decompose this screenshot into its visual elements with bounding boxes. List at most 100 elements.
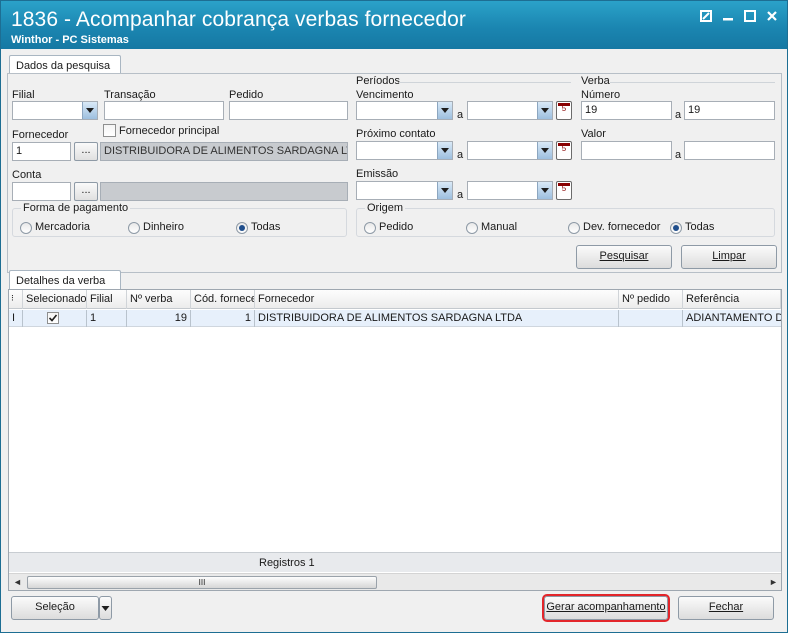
col-num-verba[interactable]: Nº verba [127,290,191,309]
transacao-label: Transação [104,89,156,101]
radio-todas-pagamento[interactable] [236,222,248,234]
horizontal-scrollbar[interactable]: ◄ III ► [9,573,781,590]
range-sep: a [457,189,464,201]
radio-dev-fornecedor-label: Dev. fornecedor [583,221,661,233]
fornecedor-principal-checkbox[interactable] [103,124,116,137]
maximize-icon[interactable] [741,8,759,26]
numero-label: Número [581,89,621,101]
calendar-icon[interactable]: 5 [556,181,572,200]
calendar-icon[interactable]: 5 [556,101,572,120]
emissao-to[interactable] [467,181,553,200]
row-checkbox[interactable] [47,312,59,324]
valor-from-input[interactable] [581,141,672,160]
range-sep: a [457,109,464,121]
radio-todas-pagamento-label: Todas [251,221,281,233]
fornecedor-principal-label: Fornecedor principal [119,125,220,137]
fornecedor-label: Fornecedor [12,129,69,141]
numero-to-input[interactable]: 19 [684,101,775,120]
vencimento-to[interactable] [467,101,553,120]
verbas-grid: ⁝ Selecionado Filial Nº verba Cód. forne… [8,289,782,591]
fornecedor-code-input[interactable]: 1 [12,142,71,161]
radio-manual-label: Manual [481,221,518,233]
chevron-down-icon[interactable] [537,102,552,119]
limpar-button[interactable]: Limpar [681,245,777,269]
fornecedor-name-field: DISTRIBUIDORA DE ALIMENTOS SARDAGNA LTDA [100,142,348,161]
cell-cod-fornecedor: 1 [191,310,255,327]
proximo-contato-label: Próximo contato [356,128,436,140]
transacao-input[interactable] [104,101,224,120]
col-referencia[interactable]: Referência [683,290,781,309]
numero-from-input[interactable]: 19 [581,101,672,120]
vencimento-label: Vencimento [356,89,414,101]
radio-todas-origem[interactable] [670,222,682,234]
range-sep: a [675,149,682,161]
radio-mercadoria[interactable] [20,222,32,234]
chevron-down-icon[interactable] [437,102,452,119]
origem-title: Origem [365,202,406,214]
col-fornecedor[interactable]: Fornecedor [255,290,619,309]
filial-select[interactable] [12,101,98,120]
chevron-down-icon[interactable] [437,182,452,199]
pesquisar-button[interactable]: Pesquisar [576,245,672,269]
calendar-icon[interactable]: 5 [556,141,572,160]
selecao-button[interactable]: Seleção [11,596,99,620]
col-cod-fornecedor[interactable]: Cód. fornece [191,290,255,309]
title-bar: 1836 - Acompanhar cobrança verbas fornec… [1,1,787,49]
chevron-down-icon[interactable] [437,142,452,159]
cell-referencia: ADIANTAMENTO DE [686,312,781,324]
col-num-pedido[interactable]: Nº pedido [619,290,683,309]
radio-dev-fornecedor[interactable] [568,222,580,234]
range-sep: a [675,109,682,121]
periodos-label: Períodos [356,75,401,87]
tab-dados-pesquisa[interactable]: Dados da pesquisa [9,55,121,74]
proximo-contato-to[interactable] [467,141,553,160]
radio-dinheiro-label: Dinheiro [143,221,184,233]
radio-pedido[interactable] [364,222,376,234]
scroll-right-icon[interactable]: ► [769,577,778,587]
proximo-contato-from[interactable] [356,141,453,160]
grid-options-icon[interactable]: ⁝ [9,290,23,309]
vencimento-from[interactable] [356,101,453,120]
table-row[interactable]: I 1 19 1 DISTRIBUIDORA DE ALIMENTOS SARD… [9,310,781,327]
periodos-divider [399,82,571,83]
valor-to-input[interactable] [684,141,775,160]
app-window: 1836 - Acompanhar cobrança verbas fornec… [0,0,788,633]
window-subtitle: Winthor - PC Sistemas [11,34,129,46]
conta-desc-field [100,182,348,201]
close-icon[interactable] [763,8,781,26]
emissao-label: Emissão [356,168,399,180]
conta-label: Conta [12,169,42,181]
col-filial[interactable]: Filial [87,290,127,309]
valor-label: Valor [581,128,606,140]
forma-pagamento-title: Forma de pagamento [21,202,131,214]
cell-selecionado[interactable] [23,310,87,327]
registros-count: Registros 1 [259,557,315,569]
emissao-from[interactable] [356,181,453,200]
conta-input[interactable] [12,182,71,201]
fechar-button[interactable]: Fechar [678,596,774,620]
radio-manual[interactable] [466,222,478,234]
scroll-left-icon[interactable]: ◄ [13,577,22,587]
pedido-label: Pedido [229,89,264,101]
grid-header: ⁝ Selecionado Filial Nº verba Cód. forne… [9,290,781,309]
chevron-down-icon[interactable] [537,142,552,159]
radio-dinheiro[interactable] [128,222,140,234]
selecao-dropdown-button[interactable] [99,596,112,620]
fornecedor-lookup-button[interactable]: ... [74,142,98,161]
conta-lookup-button[interactable]: ... [74,182,98,201]
verba-divider [610,82,775,83]
radio-mercadoria-label: Mercadoria [35,221,91,233]
tab-detalhes-verba[interactable]: Detalhes da verba [9,270,121,289]
restore-icon[interactable] [697,8,715,26]
radio-todas-origem-label: Todas [685,221,715,233]
cell-num-pedido [619,310,683,327]
filial-label: Filial [12,89,35,101]
chevron-down-icon[interactable] [82,102,97,119]
gerar-acompanhamento-button[interactable]: Gerar acompanhamento [542,594,670,622]
range-sep: a [457,149,464,161]
pedido-input[interactable] [229,101,348,120]
chevron-down-icon[interactable] [537,182,552,199]
scroll-thumb[interactable]: III [27,576,377,589]
col-selecionado[interactable]: Selecionado [23,290,87,309]
minimize-icon[interactable] [719,8,737,26]
